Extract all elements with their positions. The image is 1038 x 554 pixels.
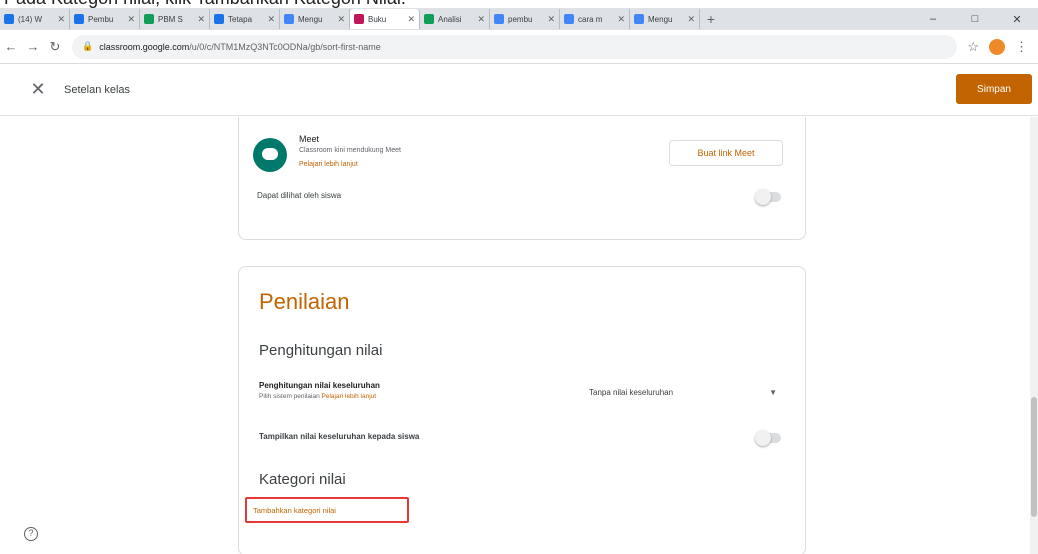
scrollbar[interactable]	[1030, 117, 1038, 554]
tab-label: Tetapa	[228, 14, 253, 24]
browser-tab-strip: + – □ ✕ (14) W ✕ Pembu ✕ PBM S ✕ Tetapa ✕ Mengu ✕…	[0, 8, 1038, 30]
tab-close-icon[interactable]: ✕	[475, 14, 485, 25]
minimize-icon[interactable]: –	[912, 13, 954, 26]
tab-label: cara m	[578, 14, 603, 24]
tab-favicon-icon	[74, 14, 84, 24]
browser-tab[interactable]: (14) W ✕	[0, 9, 70, 29]
browser-menu-icon[interactable]: ⋮	[1015, 39, 1028, 55]
address-bar[interactable]: 🔒 classroom.google.com/u/0/c/NTM1MzQ3NTc…	[72, 34, 958, 59]
save-button[interactable]: Simpan	[956, 74, 1032, 104]
meet-logo-icon	[253, 138, 287, 172]
grade-calc-heading: Penghitungan nilai	[259, 342, 383, 359]
grade-learn-more-link[interactable]: Pelajari lebih lanjut	[322, 393, 377, 400]
tab-label: Mengu	[298, 14, 323, 24]
maximize-icon[interactable]: □	[954, 13, 996, 26]
tab-favicon-icon	[214, 14, 224, 24]
new-tab-button[interactable]: +	[700, 11, 722, 27]
grading-title: Penilaian	[259, 289, 350, 314]
tab-label: pembu	[508, 14, 533, 24]
browser-toolbar: ← → ↻ 🔒 classroom.google.com/u/0/c/NTM1M…	[0, 30, 1038, 64]
grade-system-text: Pilih sistem penilaian	[259, 393, 320, 400]
url-host: classroom.google.com	[99, 41, 190, 52]
add-grade-category-button[interactable]: Tambahkan kategori nilai	[245, 497, 409, 523]
close-window-icon[interactable]: ✕	[996, 13, 1038, 26]
overall-grade-calc-label: Penghitungan nilai keseluruhan	[259, 381, 380, 390]
tab-close-icon[interactable]: ✕	[335, 14, 345, 25]
tab-label: Pembu	[88, 14, 114, 24]
help-icon[interactable]: ?	[24, 527, 38, 541]
browser-tab[interactable]: Pembu ✕	[70, 9, 140, 29]
meet-card: Meet Classroom kini mendukung Meet Pelaj…	[238, 117, 806, 240]
tab-favicon-icon	[284, 14, 294, 24]
tab-close-icon[interactable]: ✕	[405, 14, 415, 25]
lock-icon: 🔒	[82, 41, 94, 51]
browser-tab[interactable]: Buku ✕	[350, 9, 420, 29]
tab-label: Mengu	[648, 14, 673, 24]
dropdown-caret-icon: ▼	[769, 387, 777, 397]
reload-icon[interactable]: ↻	[44, 39, 66, 55]
tab-favicon-icon	[494, 14, 504, 24]
url-path: /u/0/c/NTM1MzQ3NTc0ODNa/gb/sort-first-na…	[189, 41, 381, 52]
instruction-caption: Pada Kategori nilai, klik Tambahkan Kate…	[0, 0, 1038, 8]
browser-tab[interactable]: Mengu ✕	[630, 9, 700, 29]
browser-tab[interactable]: Analisi ✕	[420, 9, 490, 29]
tab-label: PBM S	[158, 14, 183, 24]
tab-close-icon[interactable]: ✕	[265, 14, 275, 25]
meet-visible-label: Dapat dilihat oleh siswa	[257, 191, 342, 200]
meet-title: Meet	[299, 134, 320, 144]
classroom-header: ✕ Setelan kelas Simpan	[0, 64, 1038, 116]
browser-tab[interactable]: pembu ✕	[490, 9, 560, 29]
meet-learn-more-link[interactable]: Pelajari lebih lanjut	[299, 161, 358, 168]
window-controls: – □ ✕	[912, 13, 1038, 26]
bookmark-star-icon[interactable]: ☆	[967, 39, 979, 55]
browser-tab[interactable]: Tetapa ✕	[210, 9, 280, 29]
forward-icon[interactable]: →	[22, 39, 44, 54]
back-icon[interactable]: ←	[0, 39, 22, 54]
tab-close-icon[interactable]: ✕	[195, 14, 205, 25]
page-title: Setelan kelas	[64, 83, 131, 96]
tab-favicon-icon	[424, 14, 434, 24]
grading-card: Penilaian Penghitungan nilai Penghitunga…	[238, 266, 806, 554]
tab-favicon-icon	[564, 14, 574, 24]
grade-system-hint: Pilih sistem penilaian Pelajari lebih la…	[259, 393, 376, 400]
tab-favicon-icon	[4, 14, 14, 24]
tab-favicon-icon	[634, 14, 644, 24]
tab-favicon-icon	[354, 14, 364, 24]
browser-tab[interactable]: Mengu ✕	[280, 9, 350, 29]
meet-visible-toggle[interactable]	[755, 189, 781, 205]
close-icon[interactable]: ✕	[26, 79, 50, 100]
overall-grade-value: Tanpa nilai keseluruhan	[589, 387, 674, 397]
tab-label: (14) W	[18, 14, 42, 24]
tab-close-icon[interactable]: ✕	[545, 14, 555, 25]
show-grade-toggle[interactable]	[755, 430, 781, 446]
tab-close-icon[interactable]: ✕	[125, 14, 135, 25]
tab-close-icon[interactable]: ✕	[685, 14, 695, 25]
browser-tab[interactable]: cara m ✕	[560, 9, 630, 29]
tab-close-icon[interactable]: ✕	[55, 14, 65, 25]
create-meet-link-button[interactable]: Buat link Meet	[669, 140, 783, 166]
overall-grade-select[interactable]: Tanpa nilai keseluruhan ▼	[589, 383, 787, 401]
meet-description: Classroom kini mendukung Meet	[299, 147, 401, 154]
tab-favicon-icon	[144, 14, 154, 24]
profile-avatar[interactable]	[989, 38, 1005, 55]
show-grade-label: Tampilkan nilai keseluruhan kepada siswa	[259, 432, 420, 441]
tab-close-icon[interactable]: ✕	[615, 14, 625, 25]
grade-category-heading: Kategori nilai	[259, 471, 346, 488]
tab-label: Analisi	[438, 14, 462, 24]
browser-tab[interactable]: PBM S ✕	[140, 9, 210, 29]
settings-content: Meet Classroom kini mendukung Meet Pelaj…	[0, 117, 1038, 554]
tab-label: Buku	[368, 14, 387, 24]
scrollbar-thumb[interactable]	[1031, 397, 1037, 517]
